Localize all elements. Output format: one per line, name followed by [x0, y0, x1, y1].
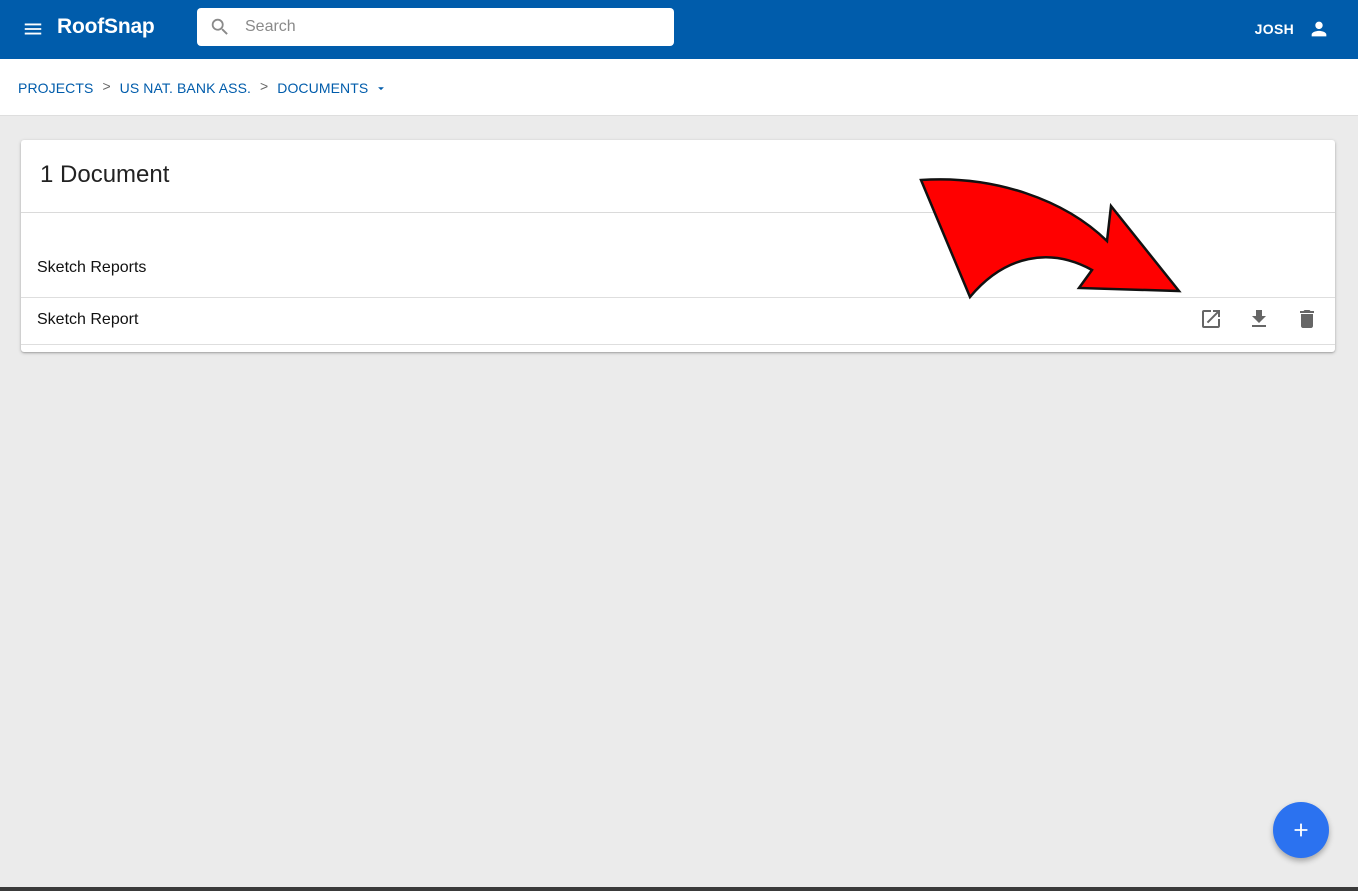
caret-down-icon[interactable] [374, 82, 388, 96]
documents-count-title: 1 Document [40, 161, 170, 188]
open-in-new-icon [1202, 310, 1220, 328]
download-document-button[interactable] [1247, 307, 1271, 331]
document-name: Sketch Report [37, 311, 139, 328]
annotation-arrow-icon [919, 178, 1182, 300]
user-menu[interactable]: JOSH [1255, 10, 1330, 48]
breadcrumb-documents[interactable]: DOCUMENTS [277, 80, 368, 96]
add-button[interactable] [1273, 802, 1329, 858]
app-bar: RoofSnap JOSH [0, 0, 1358, 59]
open-document-button[interactable] [1199, 307, 1223, 331]
menu-button[interactable] [14, 10, 52, 48]
breadcrumb-projects[interactable]: PROJECTS [18, 80, 93, 96]
delete-document-button[interactable] [1295, 307, 1319, 331]
breadcrumb-bar: PROJECTS > US NAT. BANK ASS. > DOCUMENTS [0, 59, 1358, 116]
download-icon [1252, 310, 1266, 327]
delete-icon [1300, 310, 1314, 328]
document-actions [1199, 307, 1319, 331]
app-brand[interactable]: RoofSnap [57, 15, 155, 39]
add-icon [1294, 823, 1308, 837]
window-bottom-edge [0, 887, 1358, 891]
search-box[interactable] [197, 8, 674, 46]
breadcrumb-project[interactable]: US NAT. BANK ASS. [120, 80, 251, 96]
breadcrumb-separator: > [260, 77, 269, 94]
search-icon [211, 18, 228, 35]
section-heading: Sketch Reports [37, 259, 147, 276]
breadcrumb: PROJECTS > US NAT. BANK ASS. > DOCUMENTS [18, 59, 388, 116]
breadcrumb-separator: > [102, 77, 111, 94]
document-row[interactable]: Sketch Report [21, 298, 1335, 344]
user-name: JOSH [1254, 21, 1294, 37]
menu-icon [24, 23, 42, 35]
account-icon [1311, 21, 1327, 37]
search-input[interactable] [245, 8, 665, 46]
row-divider [21, 344, 1335, 345]
